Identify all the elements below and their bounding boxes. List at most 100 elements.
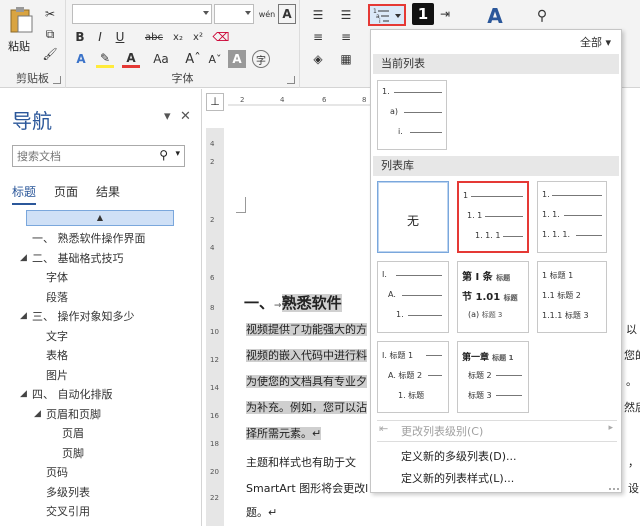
tree-item[interactable]: ◢ 页眉和页脚	[0, 405, 200, 425]
tree-item[interactable]: ◢ 四、 自动化排版	[0, 385, 200, 405]
clear-format-icon[interactable]: ⌫	[212, 28, 230, 46]
level-label: 1. 1. 1	[475, 231, 501, 240]
enclose-character-icon[interactable]: 字	[252, 50, 270, 68]
bold-icon[interactable]: B	[72, 28, 88, 46]
tab-headings[interactable]: 标题	[12, 183, 37, 205]
tab-results[interactable]: 结果	[96, 183, 120, 205]
collapse-all-bar[interactable]: ▲	[26, 210, 174, 226]
format-painter-icon[interactable]: 🖌	[42, 46, 58, 62]
search-input[interactable]	[17, 147, 147, 165]
expand-arrow-icon[interactable]: ◢	[20, 307, 27, 327]
menu-define-multilevel[interactable]: 定义新的多级列表(D)...	[401, 448, 517, 464]
superscript-icon[interactable]: x²	[190, 28, 206, 46]
vertical-ruler[interactable]: 4 2 2 4 6 8 10 12 14 16 18 20 22	[206, 128, 224, 526]
expand-arrow-icon[interactable]: ◢	[34, 405, 41, 425]
level-label: 第 Ⅰ 条 标题	[462, 268, 510, 283]
multilevel-list-button[interactable]: 1 a i	[368, 4, 406, 26]
gallery-filter-dropdown[interactable]: 全部 ▾	[580, 34, 611, 50]
expand-arrow-icon[interactable]: ◢	[20, 385, 27, 405]
tree-item[interactable]: 图片	[0, 366, 200, 386]
svg-text:8: 8	[362, 96, 366, 104]
none-label: 无	[406, 214, 419, 228]
highlight-icon[interactable]: ✎	[96, 50, 114, 68]
tree-item[interactable]: 一、 熟悉软件操作界面	[0, 229, 200, 249]
list-option-numeric-dotted[interactable]: 1. 1. 1. 1. 1. 1.	[537, 181, 607, 253]
paste-icon[interactable]	[8, 6, 34, 34]
cut-icon[interactable]: ✂	[42, 6, 58, 22]
tree-item[interactable]: ◢ 三、 操作对象知多少	[0, 307, 200, 327]
level-text: 第一章	[462, 353, 490, 363]
paragraph-line[interactable]: 视频的嵌入代码中进行料	[246, 347, 367, 365]
tree-item[interactable]: 页眉	[0, 424, 200, 444]
list-option-heading[interactable]: 1 标题 1 1.1 标题 2 1.1.1 标题 3	[537, 261, 607, 333]
borders-icon[interactable]: ▦	[336, 50, 356, 68]
expand-arrow-icon[interactable]: ◢	[20, 249, 27, 269]
shrink-font-icon[interactable]: Aˇ	[206, 50, 224, 68]
tree-item[interactable]: 文字	[0, 327, 200, 347]
tree-item[interactable]: 段落	[0, 288, 200, 308]
tab-stop-selector[interactable]: ⊥	[206, 93, 224, 111]
tab-pages[interactable]: 页面	[54, 183, 78, 205]
italic-icon[interactable]: I	[92, 28, 108, 46]
tree-item[interactable]: 字体	[0, 268, 200, 288]
underline-icon[interactable]: U	[112, 28, 128, 46]
font-launcher-icon[interactable]	[287, 76, 295, 84]
document-heading[interactable]: 一、→熟悉软件	[244, 292, 342, 313]
tree-item[interactable]: 页码	[0, 463, 200, 483]
copy-icon[interactable]: ⧉	[42, 26, 58, 42]
level-line	[394, 92, 442, 93]
find-icon[interactable]: ⚲	[532, 4, 552, 28]
nav-search-box[interactable]: ⚲ ▾	[12, 145, 185, 167]
text-effect-icon[interactable]: A	[72, 50, 90, 68]
bullets-icon[interactable]: ☰	[308, 6, 328, 24]
font-color-icon[interactable]: A	[122, 50, 140, 68]
chevron-down-icon[interactable]: ▾	[175, 149, 180, 159]
tree-item[interactable]: 交叉引用	[0, 502, 200, 522]
menu-define-list-style[interactable]: 定义新的列表样式(L)...	[401, 470, 514, 486]
paragraph-line[interactable]: 为使您的文档具有专业夕	[246, 373, 367, 391]
align-center-icon[interactable]: ≡	[336, 28, 356, 46]
font-size-combo[interactable]	[214, 4, 254, 24]
subscript-icon[interactable]: x₂	[170, 28, 186, 46]
list-option-article[interactable]: 第 Ⅰ 条 标题 节 1.01 标题 (a) 标题 3	[457, 261, 529, 333]
change-case-icon[interactable]: Aa	[148, 50, 174, 68]
paragraph-line[interactable]: SmartArt 图形将会更改l	[246, 480, 368, 498]
paragraph-line[interactable]: 题。↵	[246, 504, 277, 522]
list-option-chapter[interactable]: 第一章 标题 1 标题 2 标题 3	[457, 341, 529, 413]
tree-item[interactable]: 多级列表	[0, 483, 200, 503]
tree-item[interactable]: 页脚	[0, 444, 200, 464]
numbering-icon[interactable]: ☰	[336, 6, 356, 24]
paragraph-line[interactable]: 为补充。例如，您可以沾	[246, 399, 367, 417]
indent-icon[interactable]: ⇥	[436, 4, 454, 24]
paragraph-line[interactable]: 择所需元素。↵	[246, 425, 322, 443]
character-shading-icon[interactable]: A	[228, 50, 246, 68]
paragraph-line[interactable]: 视频提供了功能强大的方	[246, 321, 367, 339]
tree-item[interactable]: 表格	[0, 346, 200, 366]
align-left-icon[interactable]: ≡	[308, 28, 328, 46]
clipboard-launcher-icon[interactable]	[53, 76, 61, 84]
resize-grip-icon[interactable]	[609, 484, 619, 490]
strikethrough-icon[interactable]: abc	[142, 28, 166, 46]
tree-item[interactable]: ◢ 二、 基础格式技巧	[0, 249, 200, 269]
character-border-icon[interactable]: A	[278, 4, 296, 24]
level-line	[410, 132, 442, 133]
list-option-current[interactable]: 1. a) i.	[377, 80, 447, 150]
horizontal-ruler[interactable]: 2 4 6 8	[228, 93, 378, 109]
list-option-roman[interactable]: Ⅰ. A. 1.	[377, 261, 449, 333]
font-name-combo[interactable]	[72, 4, 212, 24]
close-icon[interactable]: ✕	[180, 109, 191, 124]
styles-icon[interactable]: A	[482, 4, 508, 28]
level-label: 1.	[396, 310, 404, 319]
nav-options-icon[interactable]: ▾	[164, 109, 171, 124]
phonetic-guide-icon[interactable]: wén	[258, 4, 276, 24]
grow-font-icon[interactable]: Aˆ	[184, 50, 202, 68]
paragraph-line[interactable]: 主题和样式也有助于文	[246, 454, 356, 472]
list-option-numeric[interactable]: 1 1. 1 1. 1. 1	[457, 181, 529, 253]
list-option-roman-heading[interactable]: Ⅰ. 标题 1 A. 标题 2 1. 标题	[377, 341, 449, 413]
search-icon[interactable]: ⚲	[159, 148, 168, 162]
shading-icon[interactable]: ◈	[308, 50, 328, 68]
menu-change-level[interactable]: 更改列表级别(C)	[401, 423, 483, 439]
list-option-none[interactable]: 无	[377, 181, 449, 253]
paste-label[interactable]: 粘贴	[8, 38, 30, 54]
level-label: 标题 2	[468, 371, 492, 380]
